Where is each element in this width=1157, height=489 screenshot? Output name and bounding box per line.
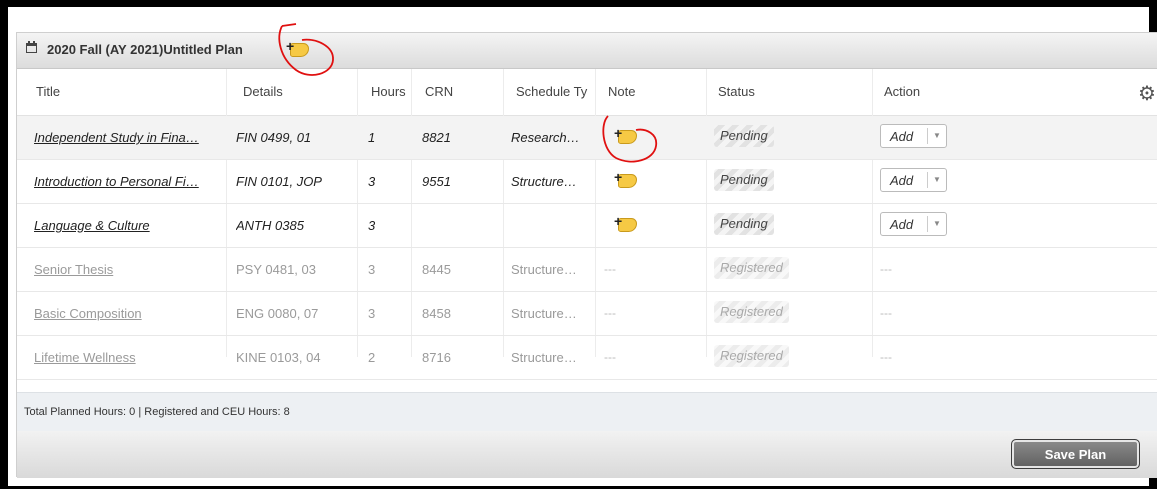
course-hours: 3 bbox=[368, 174, 376, 189]
course-details: FIN 0499, 01 bbox=[236, 130, 312, 145]
note-empty: --- bbox=[604, 306, 616, 320]
course-details: KINE 0103, 04 bbox=[236, 350, 321, 365]
action-select-value: Add bbox=[890, 217, 914, 232]
course-title-link[interactable]: Language & Culture bbox=[34, 218, 219, 233]
plan-panel: 2020 Fall (AY 2021)Untitled Plan + Title… bbox=[16, 32, 1157, 478]
action-empty: --- bbox=[880, 262, 892, 276]
course-details: FIN 0101, JOP bbox=[236, 174, 322, 189]
table-header: Title Details Hours CRN Schedule Ty Note… bbox=[17, 69, 1157, 116]
add-plan-note-icon[interactable]: + bbox=[286, 39, 309, 57]
status-badge: Registered bbox=[714, 301, 789, 323]
course-crn: 8445 bbox=[422, 262, 451, 277]
gear-icon[interactable]: ⚙ bbox=[1138, 81, 1156, 106]
status-badge: Registered bbox=[714, 345, 789, 367]
course-crn: 8821 bbox=[422, 130, 451, 145]
add-note-icon[interactable]: + bbox=[614, 170, 637, 188]
column-hours[interactable]: Hours bbox=[371, 84, 406, 99]
column-schedule-type[interactable]: Schedule Ty bbox=[516, 84, 587, 99]
schedule-type: Structure… bbox=[511, 350, 577, 365]
column-details[interactable]: Details bbox=[243, 84, 283, 99]
course-crn: 9551 bbox=[422, 174, 451, 189]
action-select[interactable]: Add ▼ bbox=[880, 124, 947, 148]
note-empty: --- bbox=[604, 262, 616, 276]
schedule-type: Structure… bbox=[511, 174, 577, 189]
action-select[interactable]: Add ▼ bbox=[880, 212, 947, 236]
schedule-type: Research… bbox=[511, 130, 580, 145]
total-hours-text: Total Planned Hours: 0 | Registered and … bbox=[24, 406, 290, 418]
course-crn: 8458 bbox=[422, 306, 451, 321]
table-row: Senior Thesis PSY 0481, 03 3 8445 Struct… bbox=[17, 248, 1157, 292]
status-badge: Pending bbox=[714, 213, 774, 235]
add-note-icon[interactable]: + bbox=[614, 126, 637, 144]
chevron-down-icon: ▼ bbox=[927, 128, 946, 144]
chevron-down-icon: ▼ bbox=[927, 172, 946, 188]
footer-bar: Save Plan bbox=[17, 431, 1157, 478]
schedule-type: Structure… bbox=[511, 306, 577, 321]
course-title-link[interactable]: Independent Study in Fina… bbox=[34, 130, 219, 145]
course-title-link[interactable]: Senior Thesis bbox=[34, 262, 219, 277]
chevron-down-icon: ▼ bbox=[927, 216, 946, 232]
table-row: Language & Culture ANTH 0385 3 + Pending… bbox=[17, 204, 1157, 248]
table-row: Basic Composition ENG 0080, 07 3 8458 St… bbox=[17, 292, 1157, 336]
action-select[interactable]: Add ▼ bbox=[880, 168, 947, 192]
course-hours: 3 bbox=[368, 306, 376, 321]
status-badge: Pending bbox=[714, 125, 774, 147]
course-hours: 2 bbox=[368, 350, 376, 365]
course-details: ANTH 0385 bbox=[236, 218, 304, 233]
table-row: Independent Study in Fina… FIN 0499, 01 … bbox=[17, 116, 1157, 160]
status-badge: Registered bbox=[714, 257, 789, 279]
course-details: ENG 0080, 07 bbox=[236, 306, 319, 321]
course-hours: 3 bbox=[368, 262, 376, 277]
course-hours: 1 bbox=[368, 130, 376, 145]
plan-header: 2020 Fall (AY 2021)Untitled Plan + bbox=[17, 33, 1157, 69]
plan-title: 2020 Fall (AY 2021)Untitled Plan bbox=[47, 42, 243, 57]
column-crn[interactable]: CRN bbox=[425, 84, 453, 99]
note-empty: --- bbox=[604, 350, 616, 364]
status-badge: Pending bbox=[714, 169, 774, 191]
action-select-value: Add bbox=[890, 173, 914, 188]
action-empty: --- bbox=[880, 350, 892, 364]
course-details: PSY 0481, 03 bbox=[236, 262, 316, 277]
column-title[interactable]: Title bbox=[36, 84, 60, 99]
course-hours: 3 bbox=[368, 218, 376, 233]
column-note[interactable]: Note bbox=[608, 84, 635, 99]
schedule-type: Structure… bbox=[511, 262, 577, 277]
course-title-link[interactable]: Introduction to Personal Fi… bbox=[34, 174, 219, 189]
table-row: Lifetime Wellness KINE 0103, 04 2 8716 S… bbox=[17, 336, 1157, 380]
add-note-icon[interactable]: + bbox=[614, 214, 637, 232]
column-action[interactable]: Action bbox=[884, 84, 920, 99]
course-title-link[interactable]: Basic Composition bbox=[34, 306, 219, 321]
course-title-link[interactable]: Lifetime Wellness bbox=[34, 350, 219, 365]
column-status[interactable]: Status bbox=[718, 84, 755, 99]
table-row: Introduction to Personal Fi… FIN 0101, J… bbox=[17, 160, 1157, 204]
calendar-icon bbox=[26, 41, 37, 53]
totals-bar: Total Planned Hours: 0 | Registered and … bbox=[17, 392, 1157, 432]
save-plan-button[interactable]: Save Plan bbox=[1011, 439, 1140, 469]
action-select-value: Add bbox=[890, 129, 914, 144]
action-empty: --- bbox=[880, 306, 892, 320]
course-crn: 8716 bbox=[422, 350, 451, 365]
